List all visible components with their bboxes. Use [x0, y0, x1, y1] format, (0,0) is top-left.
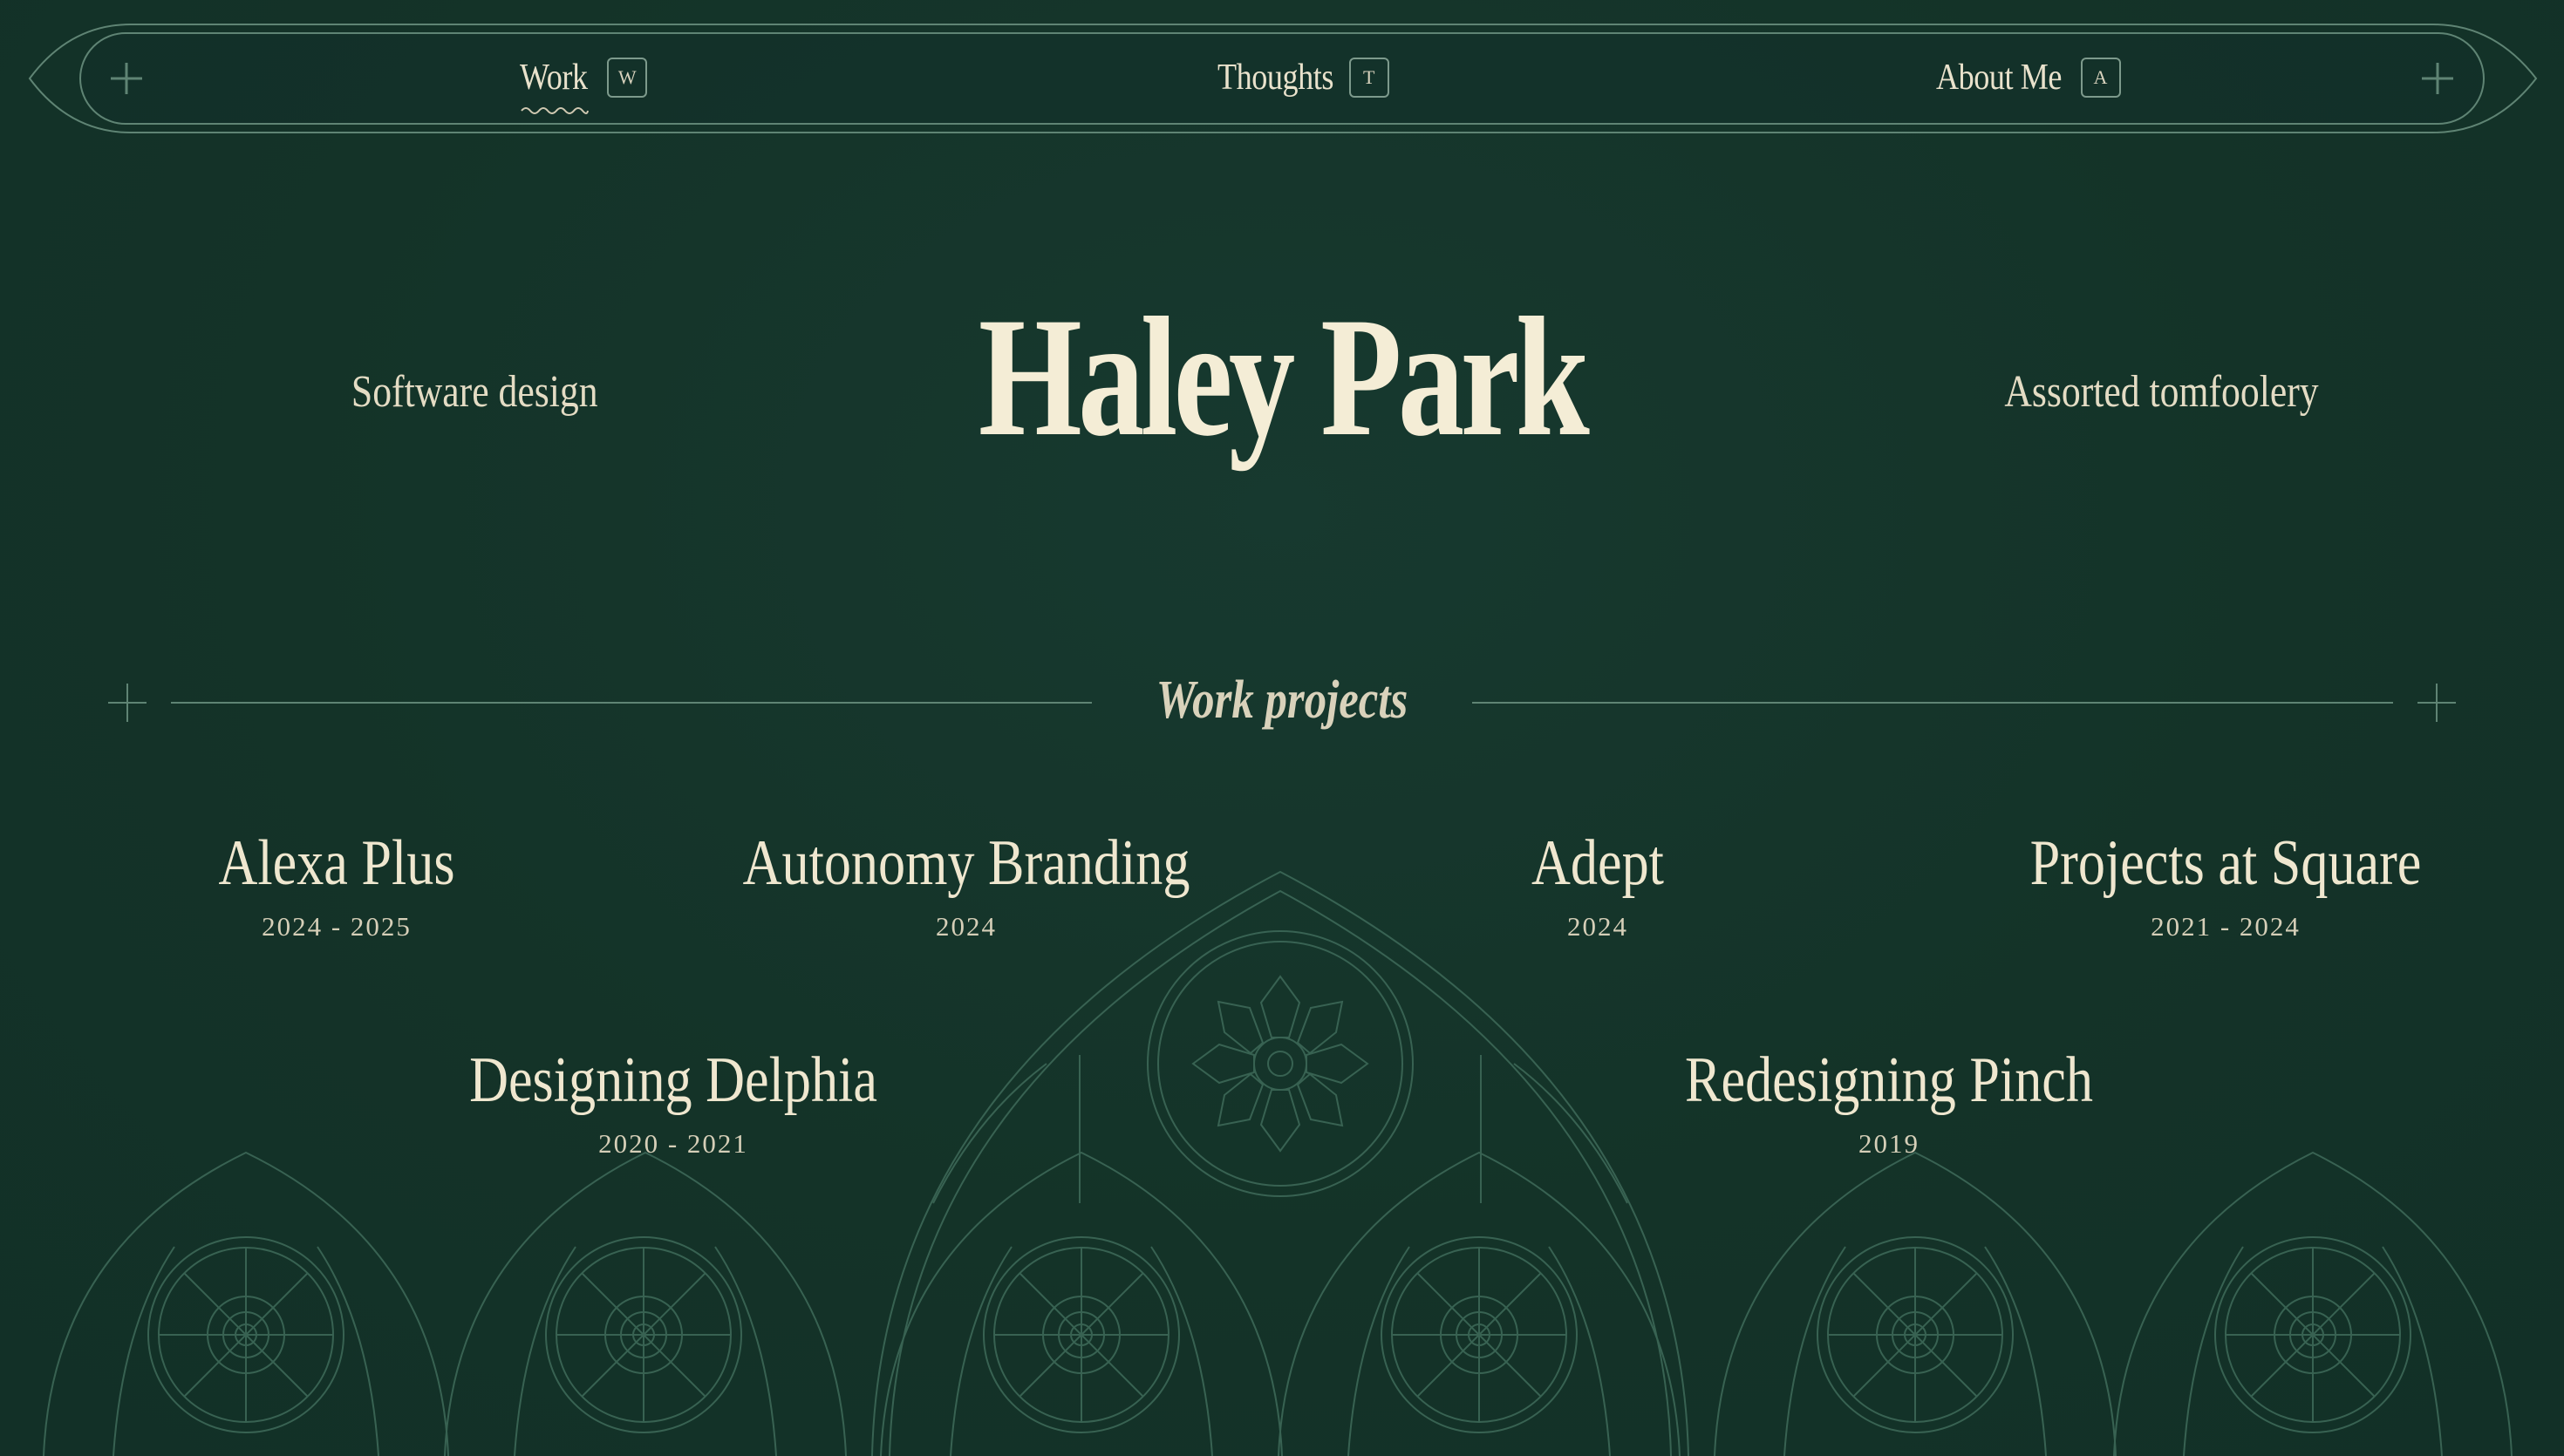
project-card-projects-at-square[interactable]: Projects at Square 2021 - 2024	[1920, 827, 2531, 942]
shortcut-key-t: T	[1348, 58, 1389, 98]
project-card-redesigning-pinch[interactable]: Redesigning Pinch 2019	[1584, 1044, 2194, 1160]
project-years: 2020 - 2021	[598, 1128, 748, 1160]
project-name: Designing Delphia	[469, 1044, 877, 1116]
project-card-adept[interactable]: Adept 2024	[1292, 827, 1903, 942]
project-name: Alexa Plus	[218, 827, 455, 899]
top-navigation: Work W Thoughts T About Me A	[0, 0, 2564, 157]
project-name: Autonomy Branding	[742, 827, 1190, 899]
project-name: Adept	[1531, 827, 1664, 899]
nav-label-work: Work	[520, 58, 588, 98]
project-years: 2019	[1858, 1128, 1920, 1160]
project-years: 2024 - 2025	[262, 911, 412, 942]
nav-item-about-me[interactable]: About Me A	[1936, 49, 2121, 106]
tagline-right: Assorted tomfoolery	[2004, 367, 2319, 417]
project-name: Projects at Square	[2029, 827, 2422, 899]
section-title-work-projects: Work projects	[1156, 670, 1408, 730]
project-card-alexa-plus[interactable]: Alexa Plus 2024 - 2025	[31, 827, 642, 942]
divider-line-right	[1472, 702, 2393, 704]
plus-ornament-left	[108, 684, 147, 722]
nav-item-thoughts[interactable]: Thoughts T	[1217, 49, 1389, 106]
project-years: 2024	[1567, 911, 1628, 942]
project-card-designing-delphia[interactable]: Designing Delphia 2020 - 2021	[368, 1044, 979, 1160]
active-underline-squiggle	[521, 107, 589, 114]
plus-ornament-right	[2417, 684, 2456, 722]
nav-label-about-me: About Me	[1936, 58, 2063, 98]
project-years: 2021 - 2024	[2151, 911, 2301, 942]
project-card-autonomy-branding[interactable]: Autonomy Branding 2024	[661, 827, 1272, 942]
nav-label-thoughts: Thoughts	[1217, 58, 1334, 98]
project-name: Redesigning Pinch	[1685, 1044, 2093, 1116]
shortcut-key-a: A	[2080, 58, 2121, 98]
project-years: 2024	[936, 911, 997, 942]
site-title: Haley Park	[978, 282, 1590, 472]
nav-item-work[interactable]: Work W	[520, 49, 648, 114]
shortcut-key-w: W	[607, 58, 648, 98]
